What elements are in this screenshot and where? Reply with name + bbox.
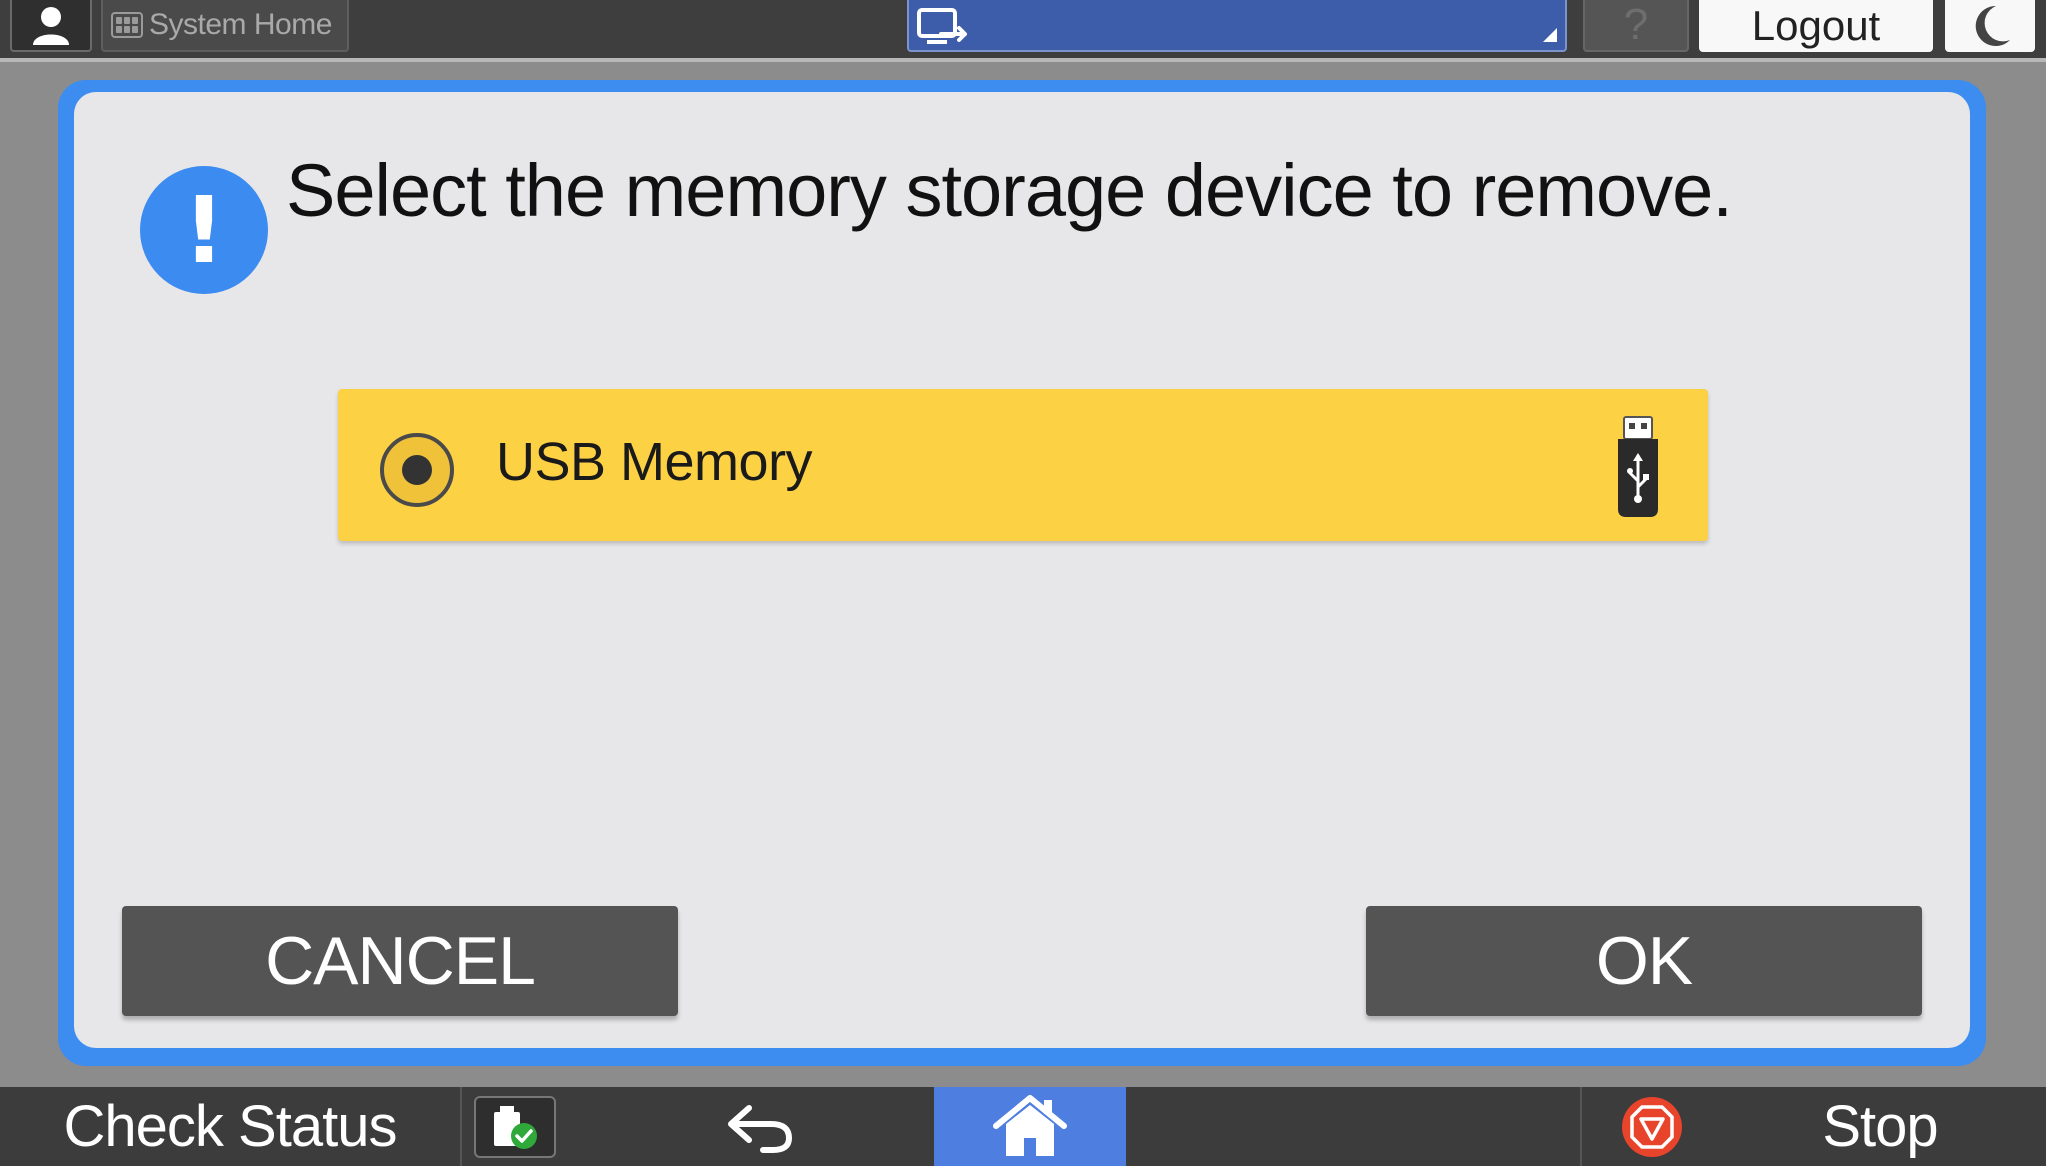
job-list-button[interactable]	[474, 1096, 556, 1158]
stop-button[interactable]: Stop	[1760, 1087, 2000, 1166]
user-button[interactable]	[10, 0, 92, 52]
back-button[interactable]	[700, 1087, 820, 1166]
top-bar-divider	[0, 58, 2046, 62]
screen-switch-button[interactable]	[907, 0, 1567, 52]
ok-button[interactable]: OK	[1366, 906, 1922, 1016]
remove-device-dialog	[74, 92, 1970, 1048]
stop-icon	[1622, 1097, 1682, 1157]
radio-button[interactable]	[380, 433, 454, 507]
check-status-button[interactable]: Check Status	[0, 1087, 460, 1166]
home-button[interactable]	[934, 1087, 1126, 1166]
screen-switch-icon	[917, 8, 967, 44]
cancel-button[interactable]: CANCEL	[122, 906, 678, 1016]
job-status-icon	[494, 1106, 537, 1149]
radio-selected-dot	[402, 455, 432, 485]
expand-corner-icon	[1543, 28, 1557, 42]
logout-label: Logout	[1751, 2, 1881, 49]
user-icon	[33, 7, 69, 45]
dialog-message: Select the memory storage device to remo…	[286, 149, 1733, 232]
energy-saver-button[interactable]	[1945, 0, 2035, 52]
device-label: USB Memory	[496, 432, 813, 492]
usb-drive-icon	[1618, 416, 1658, 517]
exclamation-icon: !	[140, 166, 268, 294]
bottom-divider	[460, 1087, 462, 1166]
app-grid-icon	[111, 12, 143, 38]
bottom-divider	[1580, 1087, 1582, 1166]
system-home-label: System Home	[149, 8, 332, 41]
moon-icon	[1975, 5, 2010, 46]
logout-button[interactable]: Logout	[1699, 0, 1933, 52]
help-button[interactable]: ?	[1583, 0, 1689, 52]
system-home-button[interactable]: System Home	[101, 0, 349, 52]
help-icon: ?	[1623, 0, 1649, 49]
home-icon	[993, 1094, 1067, 1156]
device-option-usb-memory[interactable]: USB Memory	[338, 389, 1708, 541]
back-arrow-icon	[728, 1104, 793, 1153]
